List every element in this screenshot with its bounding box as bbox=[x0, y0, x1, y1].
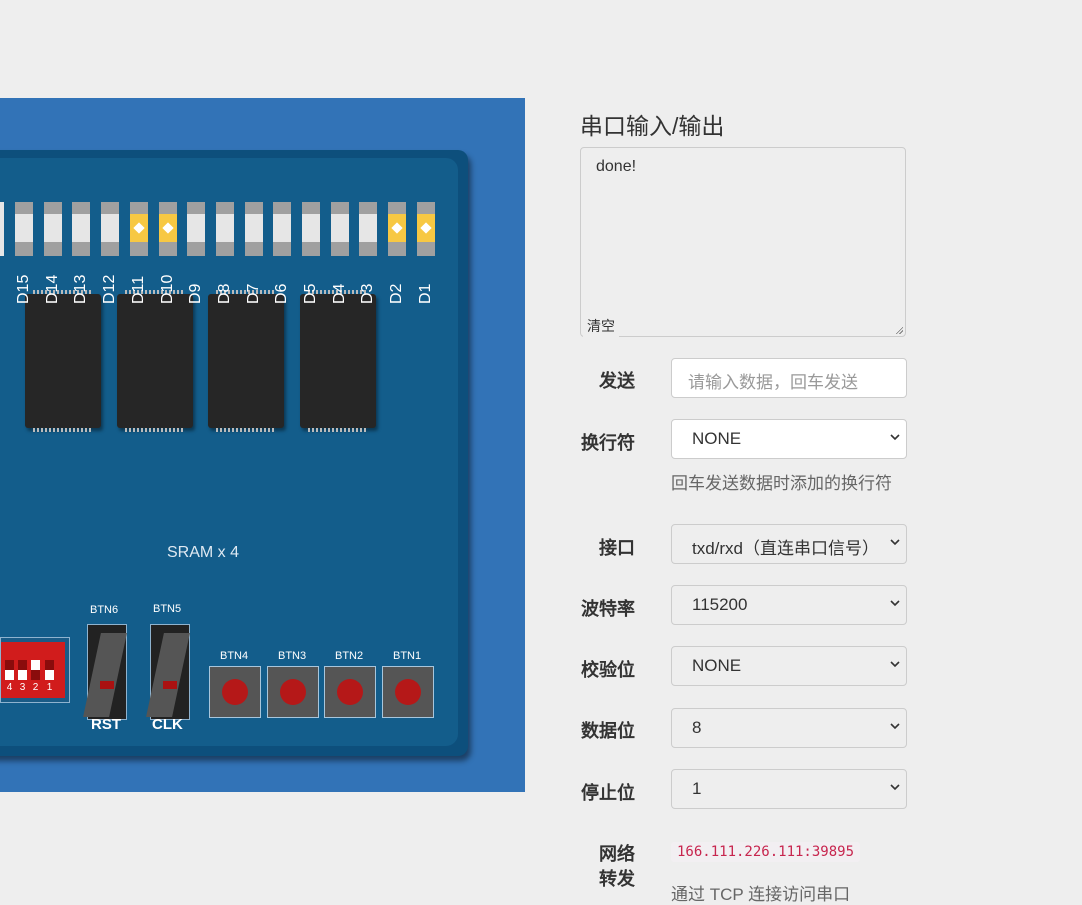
dip-number-3: 3 bbox=[19, 682, 26, 693]
btn1-label: BTN1 bbox=[393, 650, 422, 662]
sram-chip-4 bbox=[300, 290, 376, 432]
dip-number-4: 4 bbox=[6, 682, 13, 693]
databits-select-value: 8 bbox=[692, 718, 702, 737]
chevron-down-icon bbox=[890, 659, 900, 669]
led-label-d8: D8 bbox=[215, 283, 233, 304]
push-button-btn3[interactable] bbox=[267, 666, 319, 718]
chevron-down-icon bbox=[890, 537, 900, 547]
serial-output-textarea[interactable]: done! 清空 bbox=[580, 147, 906, 338]
led-label-d11: D11 bbox=[129, 275, 147, 304]
led-label-d3: D3 bbox=[359, 283, 377, 304]
led-label-d7: D7 bbox=[244, 283, 262, 304]
led-label-d9: D9 bbox=[187, 283, 205, 304]
send-label: 发送 bbox=[599, 371, 635, 391]
led-label-d13: D13 bbox=[72, 274, 90, 304]
chevron-down-icon bbox=[890, 432, 900, 442]
push-button-btn2[interactable] bbox=[324, 666, 376, 718]
led-d14 bbox=[43, 202, 62, 256]
baud-label: 波特率 bbox=[581, 599, 635, 619]
databits-select[interactable]: 8 bbox=[671, 708, 907, 748]
slide-button-btn6[interactable] bbox=[83, 624, 127, 720]
forward-address: 166.111.226.111:39895 bbox=[671, 842, 861, 862]
btn5-label: BTN5 bbox=[153, 603, 182, 615]
interface-select[interactable]: txd/rxd（直连串口信号） bbox=[671, 524, 907, 564]
forward-hint: 通过 TCP 连接访问串口 bbox=[671, 885, 851, 904]
dip-number-2: 2 bbox=[32, 682, 39, 693]
dip-switch-3[interactable] bbox=[18, 660, 27, 680]
sram-chip-3 bbox=[208, 290, 284, 432]
dip-switch-block[interactable]: 4321 bbox=[0, 637, 70, 703]
slide-button-btn5[interactable] bbox=[146, 624, 190, 720]
led-d13 bbox=[72, 202, 91, 256]
forward-label-line2: 转发 bbox=[599, 869, 635, 889]
dip-number-1: 1 bbox=[46, 682, 53, 693]
stopbits-label: 停止位 bbox=[581, 783, 635, 803]
stopbits-select[interactable]: 1 bbox=[671, 769, 907, 809]
forward-label-line1: 网络 bbox=[599, 844, 635, 864]
led-d9 bbox=[187, 202, 206, 256]
led-label-d5: D5 bbox=[302, 283, 319, 304]
dip-switch-4[interactable] bbox=[5, 660, 14, 680]
btn6-label: BTN6 bbox=[90, 604, 119, 616]
led-d2 bbox=[388, 202, 407, 256]
led-label-d15: D15 bbox=[15, 274, 32, 304]
parity-label: 校验位 bbox=[581, 660, 635, 680]
newline-hint: 回车发送数据时添加的换行符 bbox=[671, 474, 892, 493]
clk-label: CLK bbox=[152, 716, 183, 733]
led-label-d14: D14 bbox=[43, 274, 61, 304]
dip-switch-2[interactable] bbox=[31, 660, 40, 680]
led-label-d1: D1 bbox=[416, 283, 434, 304]
btn2-label: BTN2 bbox=[335, 650, 364, 662]
chevron-down-icon bbox=[890, 598, 900, 608]
newline-select-value: NONE bbox=[692, 429, 742, 448]
newline-select[interactable]: NONE bbox=[671, 419, 907, 459]
led-partial bbox=[0, 202, 4, 256]
push-button-btn4[interactable] bbox=[209, 666, 261, 718]
resize-handle-icon[interactable] bbox=[895, 326, 903, 334]
btn3-label: BTN3 bbox=[278, 650, 307, 662]
serial-panel-title: 串口输入/输出 bbox=[580, 113, 725, 139]
parity-select[interactable]: NONE bbox=[671, 646, 907, 686]
dip-switch-1[interactable] bbox=[45, 660, 54, 680]
newline-label: 换行符 bbox=[581, 433, 635, 453]
led-d3 bbox=[359, 202, 378, 256]
btn4-label: BTN4 bbox=[220, 650, 249, 662]
led-label-d10: D10 bbox=[158, 274, 176, 304]
led-d11 bbox=[129, 202, 148, 256]
chevron-down-icon bbox=[890, 721, 900, 731]
sram-chip-2 bbox=[117, 290, 193, 432]
led-d6 bbox=[273, 202, 292, 256]
led-label-d12: D12 bbox=[101, 274, 119, 304]
sram-chip-1 bbox=[25, 290, 101, 432]
stopbits-select-value: 1 bbox=[692, 779, 702, 798]
led-d5 bbox=[302, 202, 320, 256]
push-button-btn1[interactable] bbox=[382, 666, 434, 718]
baud-select-value: 115200 bbox=[692, 595, 748, 614]
dip-switch-body: 4321 bbox=[1, 642, 65, 698]
parity-select-value: NONE bbox=[692, 656, 742, 675]
sram-label: SRAM x 4 bbox=[167, 544, 240, 561]
chevron-down-icon bbox=[890, 782, 900, 792]
databits-label: 数据位 bbox=[581, 721, 635, 741]
serial-output-text: done! bbox=[596, 158, 637, 175]
led-d8 bbox=[215, 202, 234, 256]
led-d1 bbox=[416, 202, 435, 256]
send-input[interactable]: 请输入数据，回车发送 bbox=[671, 358, 907, 398]
interface-label: 接口 bbox=[599, 538, 635, 558]
led-d10 bbox=[158, 202, 177, 256]
clear-button[interactable]: 清空 bbox=[583, 314, 619, 338]
led-d7 bbox=[244, 202, 263, 256]
led-d12 bbox=[101, 202, 120, 256]
baud-select[interactable]: 115200 bbox=[671, 585, 907, 625]
interface-select-value: txd/rxd（直连串口信号） bbox=[692, 539, 880, 558]
rst-label: RST bbox=[91, 716, 121, 733]
led-label-d4: D4 bbox=[330, 283, 348, 304]
led-label-d2: D2 bbox=[388, 283, 406, 304]
led-d15 bbox=[15, 202, 33, 256]
led-label-d6: D6 bbox=[273, 283, 291, 304]
led-d4 bbox=[330, 202, 349, 256]
